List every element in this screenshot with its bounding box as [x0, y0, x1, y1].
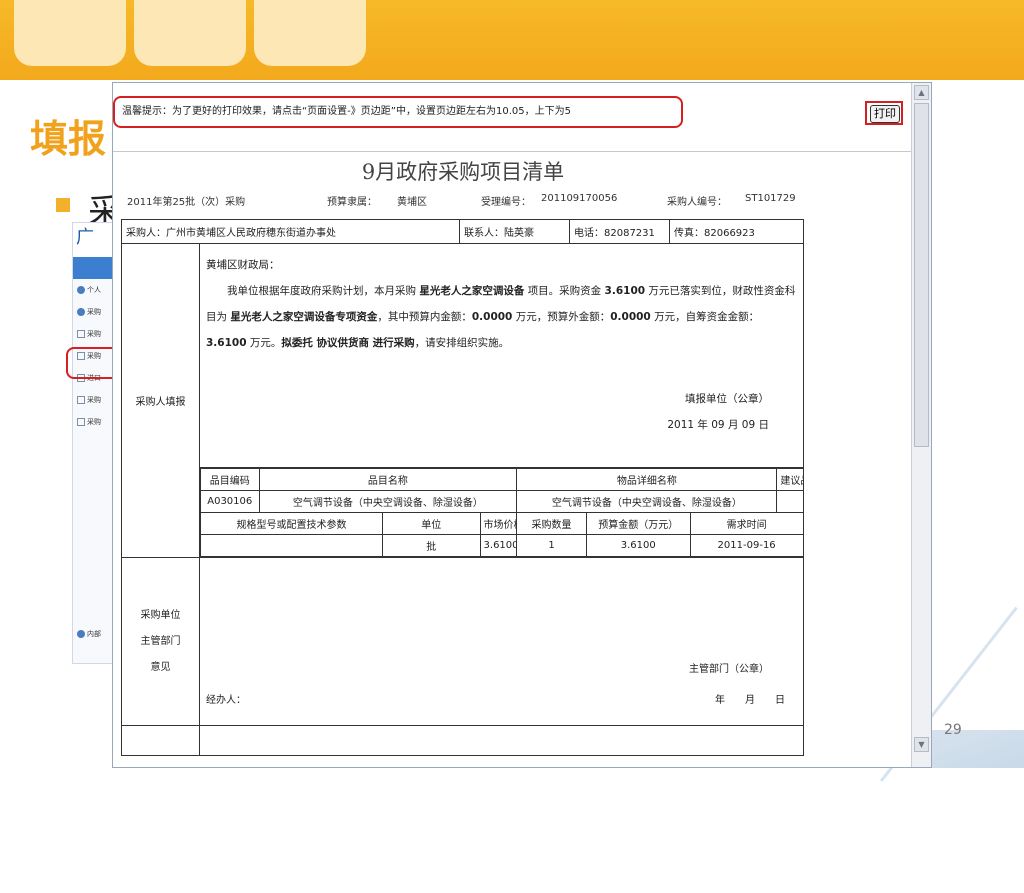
table-row: 规格型号或配置技术参数 单位 市场价格（万元） 采购数量 预算金额（万元） 需求… [199, 512, 804, 535]
section-dept-label: 采购单位 主管部门 意见 [121, 557, 200, 726]
handler-date: 年 月 日 [715, 695, 785, 706]
form-title: 9月政府采购项目清单 [361, 160, 565, 184]
seal-unit: 填报单位（公章） [685, 393, 769, 405]
buyer-cell: 采购人：广州市黄埔区人民政府穗东街道办事处 [121, 219, 460, 244]
chevron-up-icon[interactable]: ▲ [914, 85, 929, 100]
chevron-down-icon[interactable]: ▼ [914, 737, 929, 752]
slide-title: 填报 [30, 117, 107, 161]
fax-cell: 传真：82066923 [669, 219, 804, 244]
scrollbar-thumb[interactable] [914, 103, 929, 447]
handler-line: 经办人： 年 月 日 [206, 691, 797, 715]
header-divider [113, 151, 911, 152]
contact-cell: 联系人：陆英豪 [459, 219, 570, 244]
budget-label: 预算隶属： [327, 197, 377, 208]
accept-no-value: 201109170056 [541, 193, 618, 204]
banner-tab [254, 0, 366, 66]
buyer-no-value: ST101729 [745, 193, 796, 204]
items-container: 品目编码 品目名称 物品详细名称 建议品牌 A030106 空气调节设备（中央空… [199, 468, 804, 558]
dept-seal: 主管部门（公章） [689, 664, 769, 675]
procurement-form: 采购人：广州市黄埔区人民政府穗东街道办事处 联系人：陆英豪 电话：8208723… [121, 219, 804, 756]
dept-opinion-cell: 主管部门（公章） 经办人： 年 月 日 [199, 557, 804, 726]
table-cell [199, 725, 804, 756]
letter-greeting: 黄埔区财政局： [206, 259, 280, 271]
print-preview-window: 温馨提示：为了更好的打印效果，请点击“页面设置-》页边距”中，设置页边距左右为1… [112, 82, 932, 768]
print-button[interactable]: 打印 [870, 105, 900, 123]
letter-body: 我单位根据年度政府采购计划，本月采购 星光老人之家空调设备 项目。采购资金 3.… [206, 285, 796, 349]
section-buyer-label: 采购人填报 [121, 243, 200, 558]
slide-page-number: 29 [944, 722, 962, 738]
table-cell [121, 725, 200, 756]
table-row: A030106 空气调节设备（中央空调设备、除湿设备） 空气调节设备（中央空调设… [200, 490, 804, 513]
menu-bullet-icon [77, 308, 85, 316]
menu-bullet-icon [77, 630, 85, 638]
menu-bullet-icon [77, 330, 85, 338]
banner-tab [14, 0, 126, 66]
table-row: 品目编码 品目名称 物品详细名称 建议品牌 [200, 468, 804, 491]
seal-date: 2011 年 09 月 09 日 [667, 419, 769, 431]
phone-cell: 电话：82087231 [569, 219, 670, 244]
items-table: 品目编码 品目名称 物品详细名称 建议品牌 A030106 空气调节设备（中央空… [199, 468, 804, 557]
vertical-scrollbar[interactable]: ▲ ▼ [911, 83, 931, 767]
table-row: 批 3.6100 1 3.6100 2011-09-16 [199, 534, 804, 557]
menu-bullet-icon [77, 418, 85, 426]
banner-tab [134, 0, 246, 66]
menu-bullet-icon [77, 396, 85, 404]
menu-bullet-icon [77, 286, 85, 294]
handler-label: 经办人： [206, 695, 246, 706]
request-letter: 黄埔区财政局： 我单位根据年度政府采购计划，本月采购 星光老人之家空调设备 项目… [199, 243, 804, 468]
print-tip-notice: 温馨提示：为了更好的打印效果，请点击“页面设置-》页边距”中，设置页边距左右为1… [113, 96, 683, 128]
print-button-highlight: 打印 [865, 101, 903, 125]
budget-value: 黄埔区 [397, 197, 427, 208]
buyer-no-label: 采购人编号： [667, 197, 727, 208]
accept-no-label: 受理编号： [481, 197, 531, 208]
batch-info: 2011年第25批（次）采购 [127, 197, 246, 208]
bullet-icon [56, 198, 70, 212]
